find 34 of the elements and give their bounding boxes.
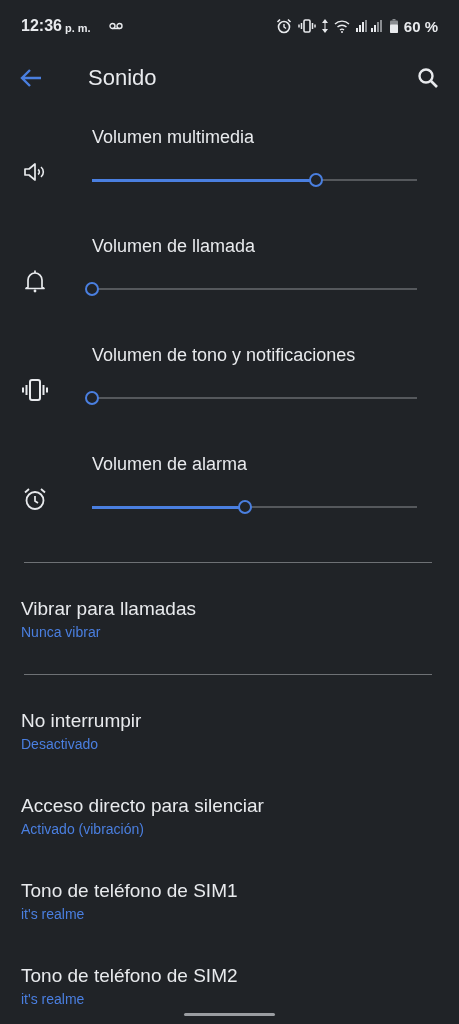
slider-label: Volumen de llamada xyxy=(92,235,256,257)
setting-title: No interrumpir xyxy=(21,709,142,733)
settings-item[interactable]: Vibrar para llamadas Nunca vibrar xyxy=(0,575,459,660)
page-title: Sonido xyxy=(88,65,157,91)
settings-item[interactable]: No interrumpir Desactivado xyxy=(0,687,459,772)
settings-item[interactable]: Tono de teléfono de SIM2 it's realme xyxy=(0,942,459,1024)
bell-icon xyxy=(24,268,46,293)
setting-summary: it's realme xyxy=(21,906,85,922)
slider-label: Volumen de alarma xyxy=(92,453,248,475)
setting-title: Tono de teléfono de SIM1 xyxy=(21,879,238,903)
status-time: 12:36 xyxy=(21,17,62,35)
wifi-icon xyxy=(333,19,350,33)
setting-title: Acceso directo para silenciar xyxy=(21,794,264,818)
setting-summary: it's realme xyxy=(21,991,85,1007)
signal-icon xyxy=(355,20,384,32)
setting-summary: Activado (vibración) xyxy=(21,821,144,837)
alarm-icon xyxy=(23,486,47,511)
battery-icon xyxy=(389,19,398,33)
battery-percent: 60 % xyxy=(403,17,438,35)
settings-item[interactable]: Acceso directo para silenciar Activado (vibración) xyxy=(0,772,459,857)
setting-title: Tono de teléfono de SIM2 xyxy=(21,964,238,988)
setting-summary: Desactivado xyxy=(21,736,99,752)
status-am-pm: p. m. xyxy=(64,22,91,34)
slider-label: Volumen multimedia xyxy=(92,126,255,148)
vibrate-icon xyxy=(21,378,49,401)
data-arrows-icon xyxy=(321,19,328,33)
alarm-icon xyxy=(275,18,292,34)
speaker-icon xyxy=(23,161,47,182)
setting-summary: Nunca vibrar xyxy=(21,624,101,640)
settings-item[interactable]: Tono de teléfono de SIM1 it's realme xyxy=(0,857,459,942)
setting-title: Vibrar para llamadas xyxy=(21,597,196,621)
voicemail-icon xyxy=(108,22,123,30)
vibrate-icon xyxy=(297,19,316,33)
slider-label: Volumen de tono y notificaciones xyxy=(92,344,356,366)
